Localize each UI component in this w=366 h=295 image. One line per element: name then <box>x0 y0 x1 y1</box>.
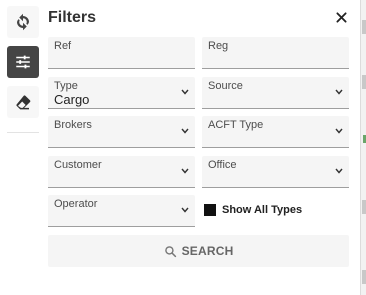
clear-filters-button[interactable] <box>7 86 39 118</box>
reg-field[interactable]: Reg <box>202 37 349 69</box>
panel-title: Filters <box>48 9 97 26</box>
customer-label: Customer <box>54 159 102 171</box>
chevron-down-icon <box>335 128 343 134</box>
source-label: Source <box>208 80 243 92</box>
refresh-icon <box>17 13 29 31</box>
eraser-icon <box>16 95 31 110</box>
show-all-types-toggle[interactable]: Show All Types <box>204 202 302 218</box>
map-strip <box>362 200 366 214</box>
brokers-select[interactable]: Brokers <box>48 116 195 148</box>
filters-screen: Filters Ref Reg Type Cargo Source Broker… <box>0 0 366 295</box>
type-select[interactable]: Type Cargo <box>48 77 195 109</box>
side-rail <box>0 0 46 295</box>
source-select[interactable]: Source <box>202 77 349 109</box>
show-all-types-label: Show All Types <box>222 204 303 216</box>
map-edge <box>360 0 366 295</box>
acft-type-label: ACFT Type <box>208 119 264 131</box>
brokers-label: Brokers <box>54 119 92 131</box>
type-label: Type <box>54 80 78 92</box>
map-strip <box>362 270 366 284</box>
search-button[interactable]: SEARCH <box>48 235 349 267</box>
ref-field[interactable]: Ref <box>48 37 195 69</box>
ref-label: Ref <box>54 40 72 52</box>
sliders-icon <box>16 55 30 69</box>
search-label: SEARCH <box>181 244 234 258</box>
close-button[interactable] <box>333 8 349 26</box>
acft-type-select[interactable]: ACFT Type <box>202 116 349 148</box>
search-icon <box>164 245 176 257</box>
show-all-types-checkbox[interactable] <box>204 204 216 216</box>
chevron-down-icon <box>181 128 189 134</box>
chevron-down-icon <box>181 168 189 174</box>
refresh-button[interactable] <box>7 6 39 38</box>
reg-label: Reg <box>208 40 229 52</box>
chevron-down-icon <box>181 89 189 95</box>
close-icon <box>335 11 347 23</box>
office-label: Office <box>208 159 237 171</box>
operator-select[interactable]: Operator <box>48 195 195 227</box>
chevron-down-icon <box>181 207 189 213</box>
map-strip <box>362 20 366 34</box>
office-select[interactable]: Office <box>202 156 349 188</box>
map-strip <box>362 75 366 89</box>
rail-divider <box>7 132 39 133</box>
chevron-down-icon <box>335 168 343 174</box>
customer-select[interactable]: Customer <box>48 156 195 188</box>
chevron-down-icon <box>335 89 343 95</box>
operator-label: Operator <box>54 198 98 210</box>
filters-toggle-button[interactable] <box>7 46 39 78</box>
type-value: Cargo <box>54 92 90 107</box>
